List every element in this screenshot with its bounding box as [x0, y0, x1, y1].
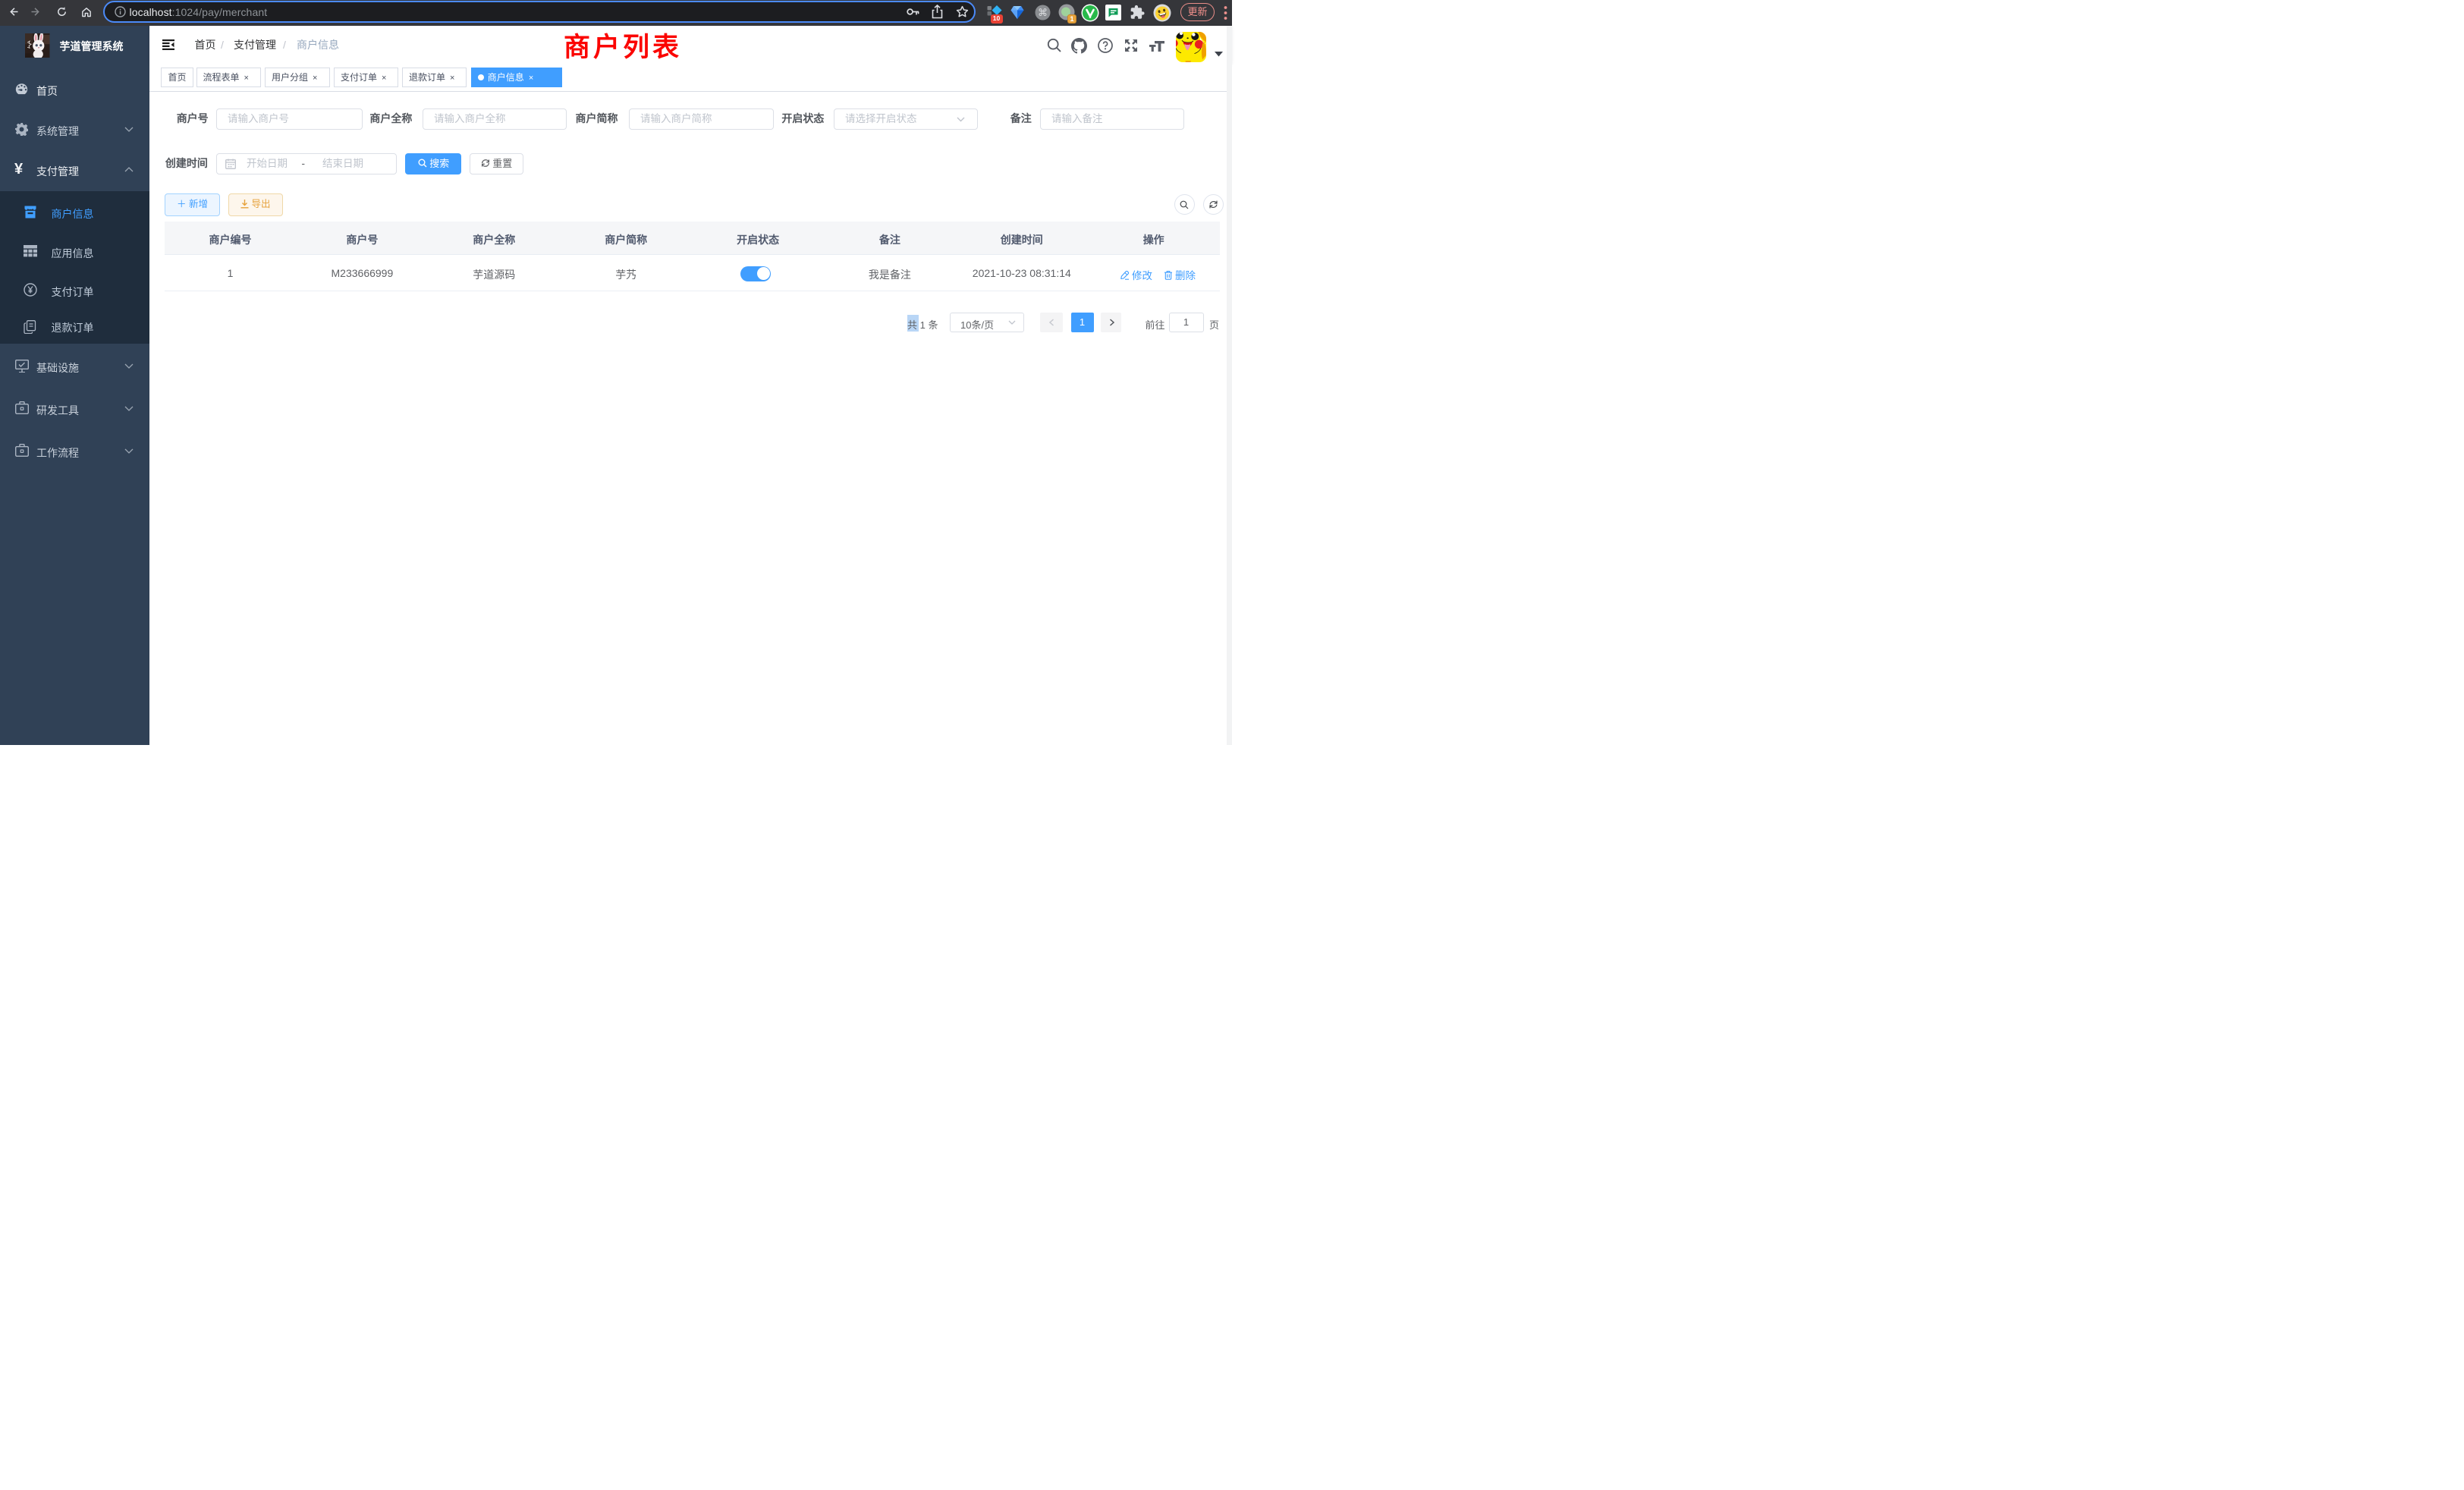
- svg-text:⌘: ⌘: [1038, 7, 1048, 18]
